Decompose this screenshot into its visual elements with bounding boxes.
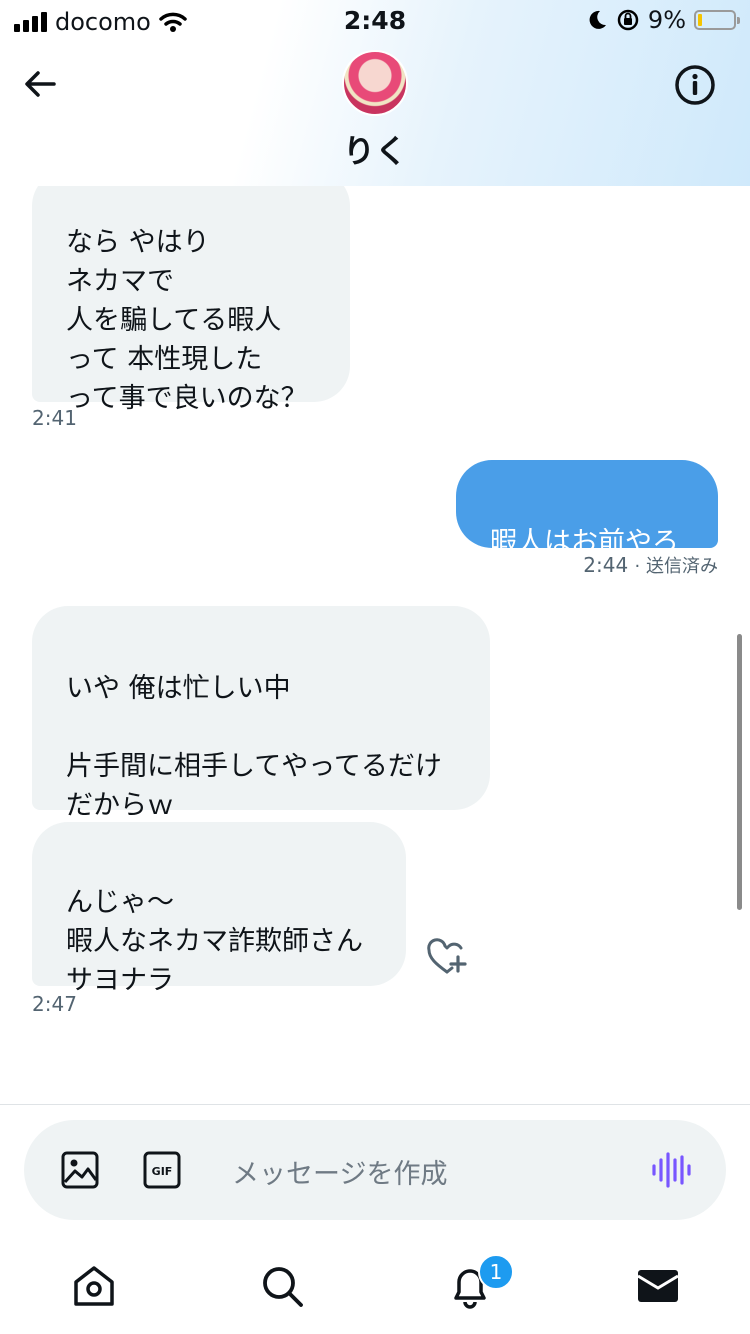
contact-name[interactable]: りく (0, 126, 750, 172)
search-icon[interactable] (258, 1262, 306, 1310)
add-reaction-icon[interactable] (426, 938, 468, 976)
sent-status: · 送信済み (634, 556, 718, 577)
composer-divider (0, 1104, 750, 1105)
contact-avatar[interactable] (342, 50, 408, 116)
top-bar: docomo 2:48 9% りく (0, 0, 750, 186)
message-input[interactable]: メッセージを作成 (232, 1152, 447, 1191)
message-text: いや 俺は忙しい中 片手間に相手してやってるだけ だからｗ (66, 673, 442, 821)
svg-text:GIF: GIF (152, 1165, 173, 1178)
bottom-tab-bar (0, 1240, 750, 1334)
scrollbar[interactable] (737, 634, 742, 910)
message-timestamp: 2:41 (32, 406, 77, 430)
messages-icon[interactable] (634, 1262, 682, 1310)
status-right: 9% (586, 6, 740, 34)
message-text: んじゃ〜 暇人なネカマ詐欺師さん サヨナラ (66, 887, 363, 996)
status-bar: docomo 2:48 9% (0, 0, 750, 40)
message-bubble[interactable]: 暇人はお前やろ (456, 460, 718, 558)
rotation-lock-icon (617, 9, 639, 31)
notification-badge: 1 (478, 1254, 514, 1290)
back-arrow-icon[interactable] (20, 64, 60, 104)
message-list[interactable]: なら やはり ネカマで 人を騙してる暇人 って 本性現した って事で良いのな？ … (0, 186, 750, 1104)
battery-percent: 9% (647, 6, 686, 34)
voice-message-icon[interactable] (650, 1150, 692, 1190)
message-bubble[interactable]: んじゃ〜 暇人なネカマ詐欺師さん サヨナラ (32, 822, 406, 996)
message-composer[interactable]: GIF メッセージを作成 (24, 1120, 726, 1220)
message-text: なら やはり ネカマで 人を騙してる暇人 って 本性現した って事で良いのな？ (66, 227, 308, 414)
moon-icon (589, 10, 606, 29)
gif-icon[interactable]: GIF (142, 1150, 182, 1190)
battery-icon (694, 10, 740, 30)
message-timestamp: 2:44 · 送信済み (583, 553, 718, 577)
image-icon[interactable] (60, 1150, 100, 1190)
message-bubble[interactable]: いや 俺は忙しい中 片手間に相手してやってるだけ だからｗ (32, 606, 490, 821)
info-icon[interactable] (674, 64, 716, 106)
message-bubble[interactable]: なら やはり ネカマで 人を騙してる暇人 って 本性現した って事で良いのな？ (32, 186, 350, 414)
home-icon[interactable] (70, 1262, 118, 1310)
message-timestamp: 2:47 (32, 992, 77, 1016)
